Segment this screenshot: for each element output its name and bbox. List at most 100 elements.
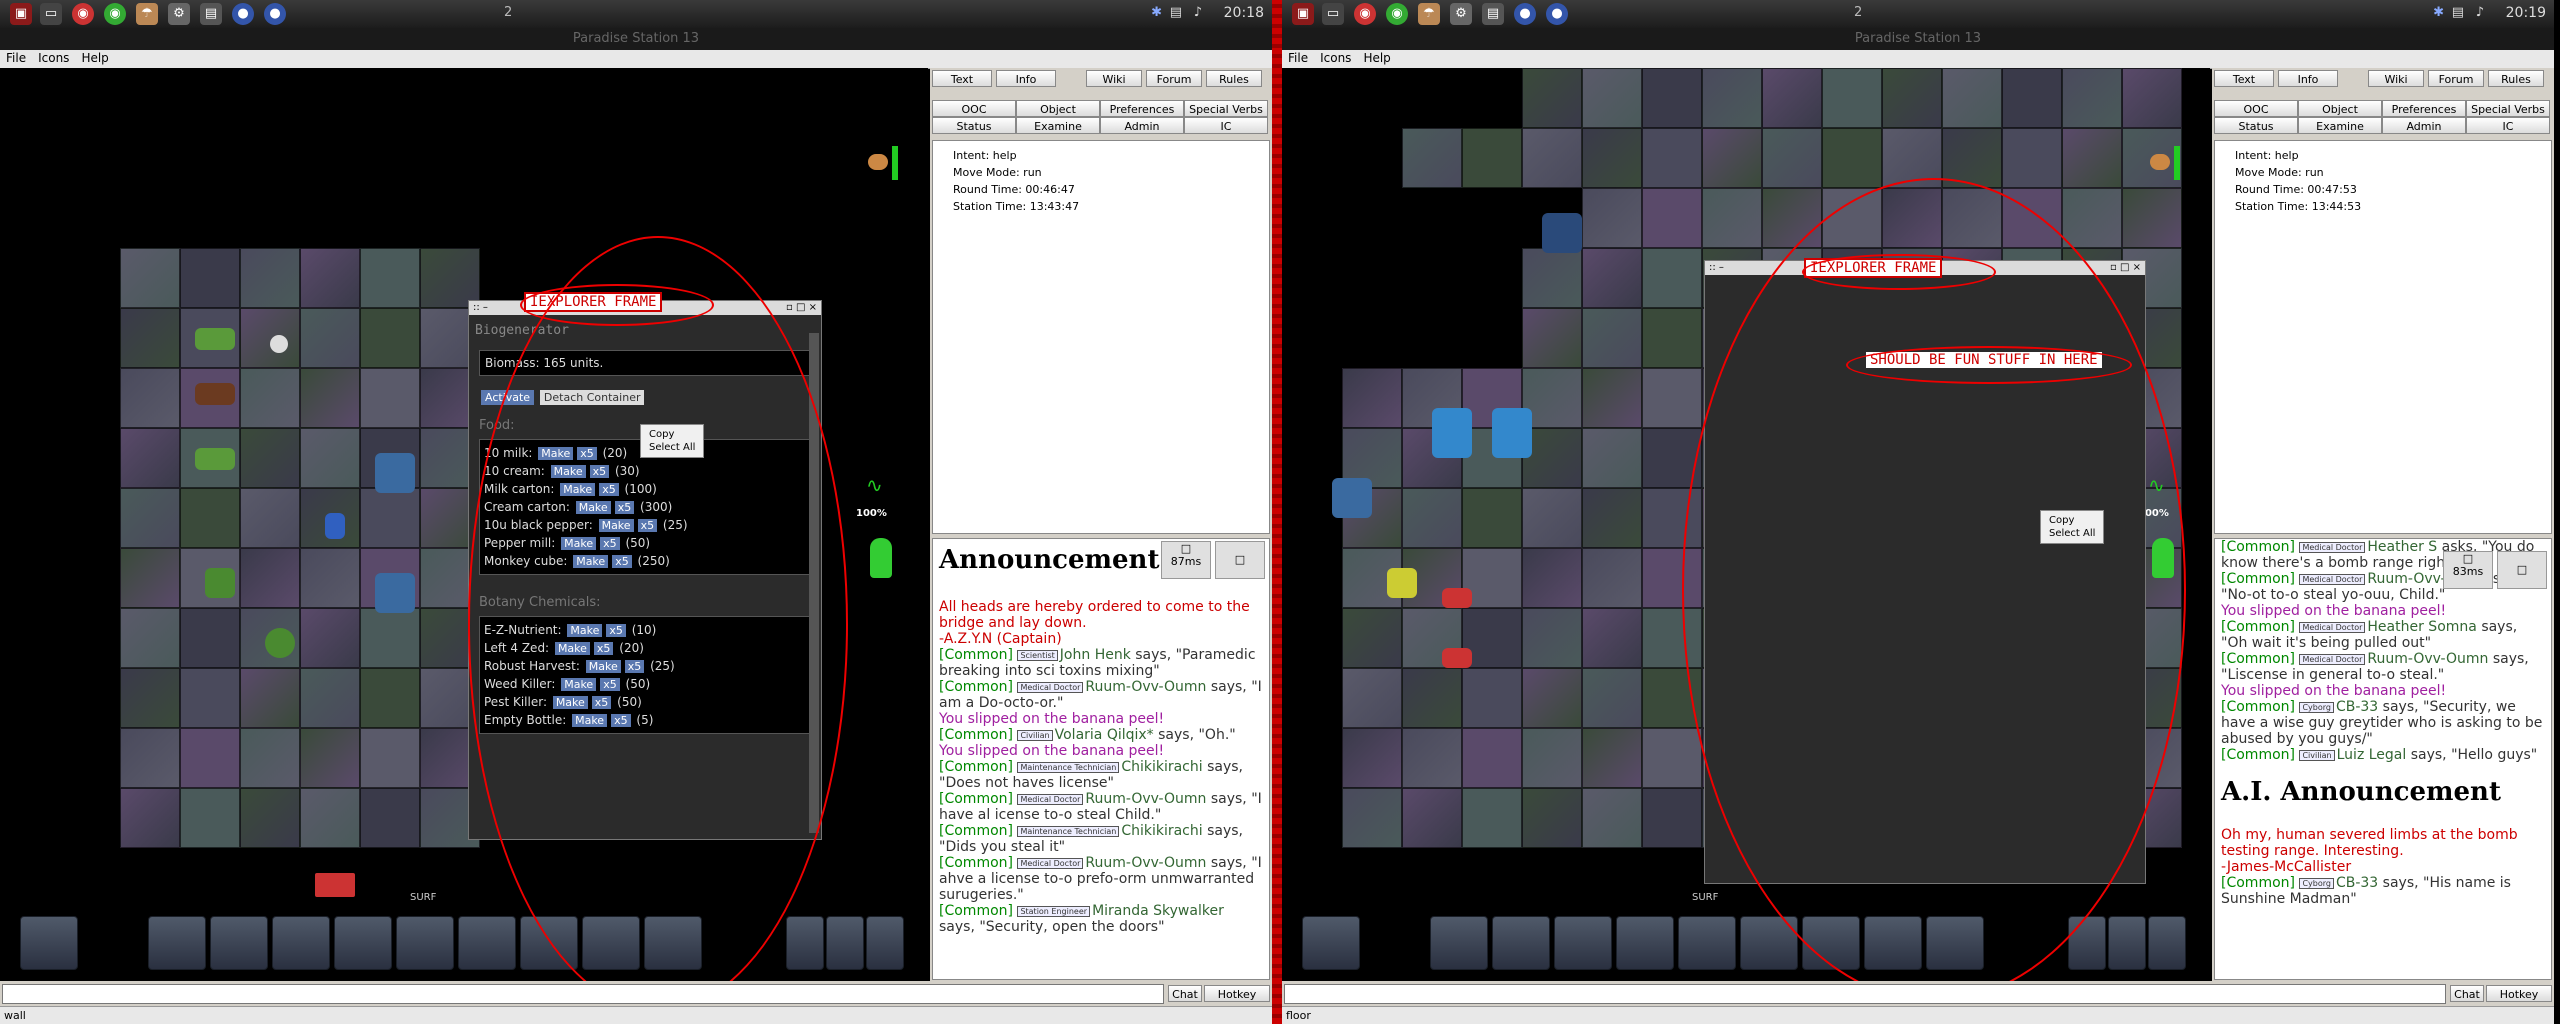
chat-output[interactable]: □ 87ms □ Announcement All heads are hereb… [932,538,1270,980]
tab-admin[interactable]: Admin [2382,117,2466,134]
floor-tile[interactable] [300,788,360,848]
make-x5-button[interactable]: x5 [589,465,610,478]
floor-tile[interactable] [120,488,180,548]
mushroom-item[interactable] [270,335,288,353]
jumpsuit-item[interactable] [1387,568,1417,598]
speaker-name[interactable]: Miranda Skywalker [1092,903,1224,919]
floor-tile[interactable] [300,728,360,788]
chrome-icon[interactable]: ◉ [1354,3,1376,25]
floor-tile[interactable] [240,788,300,848]
make-x5-button[interactable]: x5 [593,642,614,655]
speaker-name[interactable]: Ruum-Ovv-Oumn [1085,679,1206,695]
chat-settings-button[interactable]: □ [1215,541,1265,579]
floor-tile[interactable] [1582,188,1642,248]
make-x5-button[interactable]: x5 [591,696,612,709]
settings-icon[interactable]: □ [2444,552,2492,565]
floor-tile[interactable] [1762,188,1822,248]
speaker-name[interactable]: Heather Somna [2367,619,2476,635]
floor-tile[interactable] [1402,668,1462,728]
speaker-name[interactable]: Luiz Legal [2337,747,2407,763]
floor-tile[interactable] [180,788,240,848]
make-button[interactable]: Make [573,555,609,568]
hud-slot-left-hand[interactable] [396,916,454,970]
folder-icon[interactable]: ▤ [1482,3,1504,25]
floor-tile[interactable] [120,548,180,608]
tab-text[interactable]: Text [2214,70,2274,87]
hud-slot-storage[interactable] [520,916,578,970]
hud-slot-uniform[interactable] [1430,916,1488,970]
menu-icons[interactable]: Icons [32,50,75,66]
make-x5-button[interactable]: x5 [600,678,620,691]
floor-tile[interactable] [1342,788,1402,848]
plant-item[interactable] [205,568,235,598]
make-x5-button[interactable]: x5 [614,501,635,514]
chair-item[interactable] [1442,588,1472,608]
floor-tile[interactable] [1582,428,1642,488]
speaker-name[interactable]: CB-33 [2336,875,2378,891]
floor-tile[interactable] [300,308,360,368]
floor-tile[interactable] [120,788,180,848]
hud-slot-storage[interactable] [582,916,640,970]
chromium-icon[interactable]: ◉ [1386,3,1408,25]
game-viewport[interactable]: ∿ 100% SURF :: – ▫ □ × IEXPLORER FRAME SH… [1282,68,2210,981]
hud-slot-uniform[interactable] [148,916,206,970]
floor-tile[interactable] [1582,548,1642,608]
chair-item[interactable] [1442,648,1472,668]
floor-tile[interactable] [1822,188,1882,248]
bottle-item[interactable] [325,513,345,539]
floor-tile[interactable] [1642,308,1702,368]
floor-tile[interactable] [120,668,180,728]
floor-tile[interactable] [1642,368,1702,428]
floor-tile[interactable] [120,368,180,428]
activate-button[interactable]: Activate [481,390,535,405]
speaker-name[interactable]: Ruum-Ovv-Oumn [1085,855,1206,871]
speaker-name[interactable]: Chikikirachi [1121,759,1202,775]
floor-tile[interactable] [1642,788,1702,848]
floor-tile[interactable] [240,428,300,488]
hud-slot-left-hand[interactable] [1678,916,1736,970]
settings-icon[interactable]: ⚙ [1450,3,1472,25]
floor-tile[interactable] [1762,128,1822,188]
context-menu[interactable]: Copy Select All [640,424,705,458]
frame-scrollbar[interactable] [809,333,819,833]
make-button[interactable]: Make [554,642,590,655]
floor-tile[interactable] [1582,608,1642,668]
hud-slot-suit[interactable] [1302,916,1360,970]
speaker-name[interactable]: Ruum-Ovv-Oumn [2367,651,2488,667]
byond-icon[interactable]: ● [232,3,254,25]
floor-tile[interactable] [1882,188,1942,248]
move-intent[interactable] [2108,916,2146,970]
tab-status[interactable]: Status [932,117,1016,134]
hud-slot-belt[interactable] [272,916,330,970]
menu-icon[interactable]: ▣ [1292,3,1314,25]
floor-tile[interactable] [1822,128,1882,188]
floor-tile[interactable] [2062,128,2122,188]
floor-tile[interactable] [300,248,360,308]
terminal-icon[interactable]: ▭ [1322,3,1344,25]
floor-tile[interactable] [1522,728,1582,788]
floor-tile[interactable] [1342,608,1402,668]
menu-help[interactable]: Help [75,50,114,66]
tray-item[interactable] [195,448,235,470]
floor-tile[interactable] [1522,128,1582,188]
tray-item[interactable] [195,328,235,350]
floor-tile[interactable] [360,488,420,548]
make-x5-button[interactable]: x5 [606,624,626,637]
make-x5-button[interactable]: x5 [611,714,631,727]
floor-tile[interactable] [1582,308,1642,368]
hud-slot-storage[interactable] [1864,916,1922,970]
floor-tile[interactable] [1342,368,1402,428]
make-button[interactable]: Make [572,714,608,727]
floor-tile[interactable] [1522,488,1582,548]
chromium-icon[interactable]: ◉ [104,3,126,25]
floor-tile[interactable] [1882,68,1942,128]
game-viewport[interactable]: ∿ 100% SURF :: – ▫ □ × Biogenerator Bioma… [0,68,928,981]
network-icon[interactable]: ▤ [2452,5,2464,20]
floor-tile[interactable] [1462,128,1522,188]
tab-examine[interactable]: Examine [1016,117,1100,134]
machine-item[interactable] [375,453,415,493]
hud-slot-storage[interactable] [644,916,702,970]
floor-tile[interactable] [1402,788,1462,848]
floor-tile[interactable] [300,368,360,428]
detach-container-button[interactable]: Detach Container [539,390,645,405]
